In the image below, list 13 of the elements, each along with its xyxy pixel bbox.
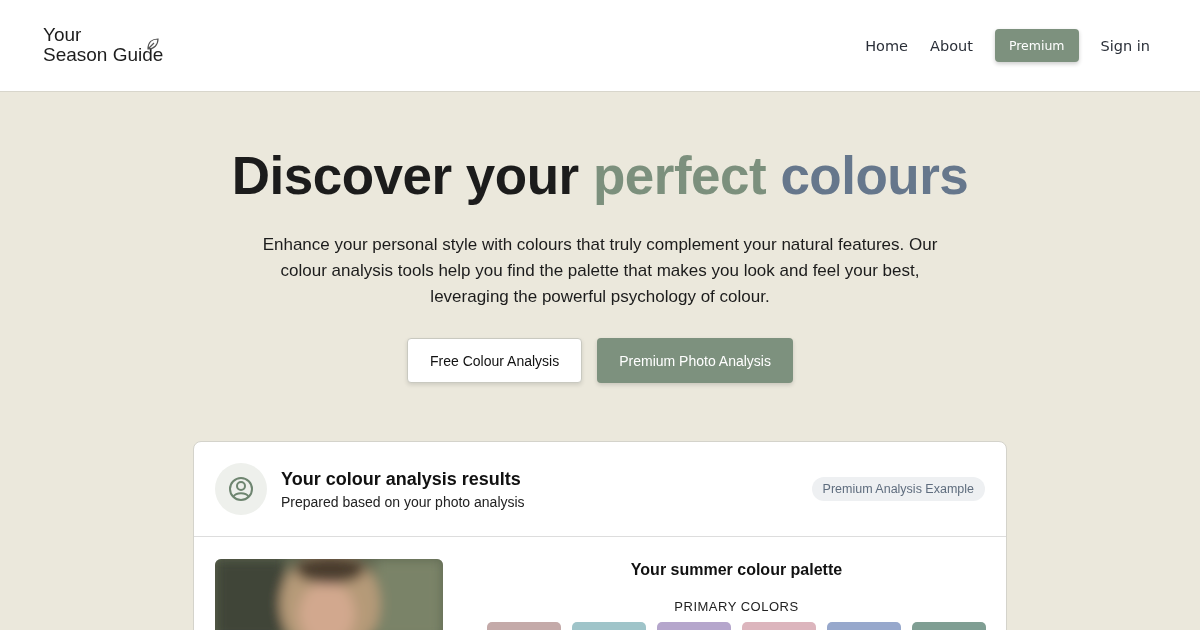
nav-link[interactable]: Home	[865, 37, 909, 54]
section-label: PRIMARY COLORS	[674, 599, 799, 614]
hero-text: Enhance your personal style with colours that truly complement your natural features. Our colour analysis tools help you find the palette that makes you look and feel your best, leveraging the powerful psychology of colour.	[261, 234, 939, 308]
example-badge: Premium Analysis Example	[811, 477, 985, 501]
palette-title: Your summer colour palette	[630, 561, 843, 579]
nav-link[interactable]: Sign in	[1100, 37, 1150, 54]
free-analysis-button[interactable]: Free Colour Analysis	[407, 338, 583, 383]
nav-link[interactable]: About	[930, 37, 973, 54]
results-subtitle: Prepared based on your photo analysis	[281, 493, 526, 510]
hero-title: Discover your perfect colours	[231, 145, 969, 207]
logo[interactable]: Your Season Guide	[43, 24, 164, 65]
user-icon	[215, 463, 267, 515]
results-title: Your colour analysis results	[281, 468, 522, 490]
